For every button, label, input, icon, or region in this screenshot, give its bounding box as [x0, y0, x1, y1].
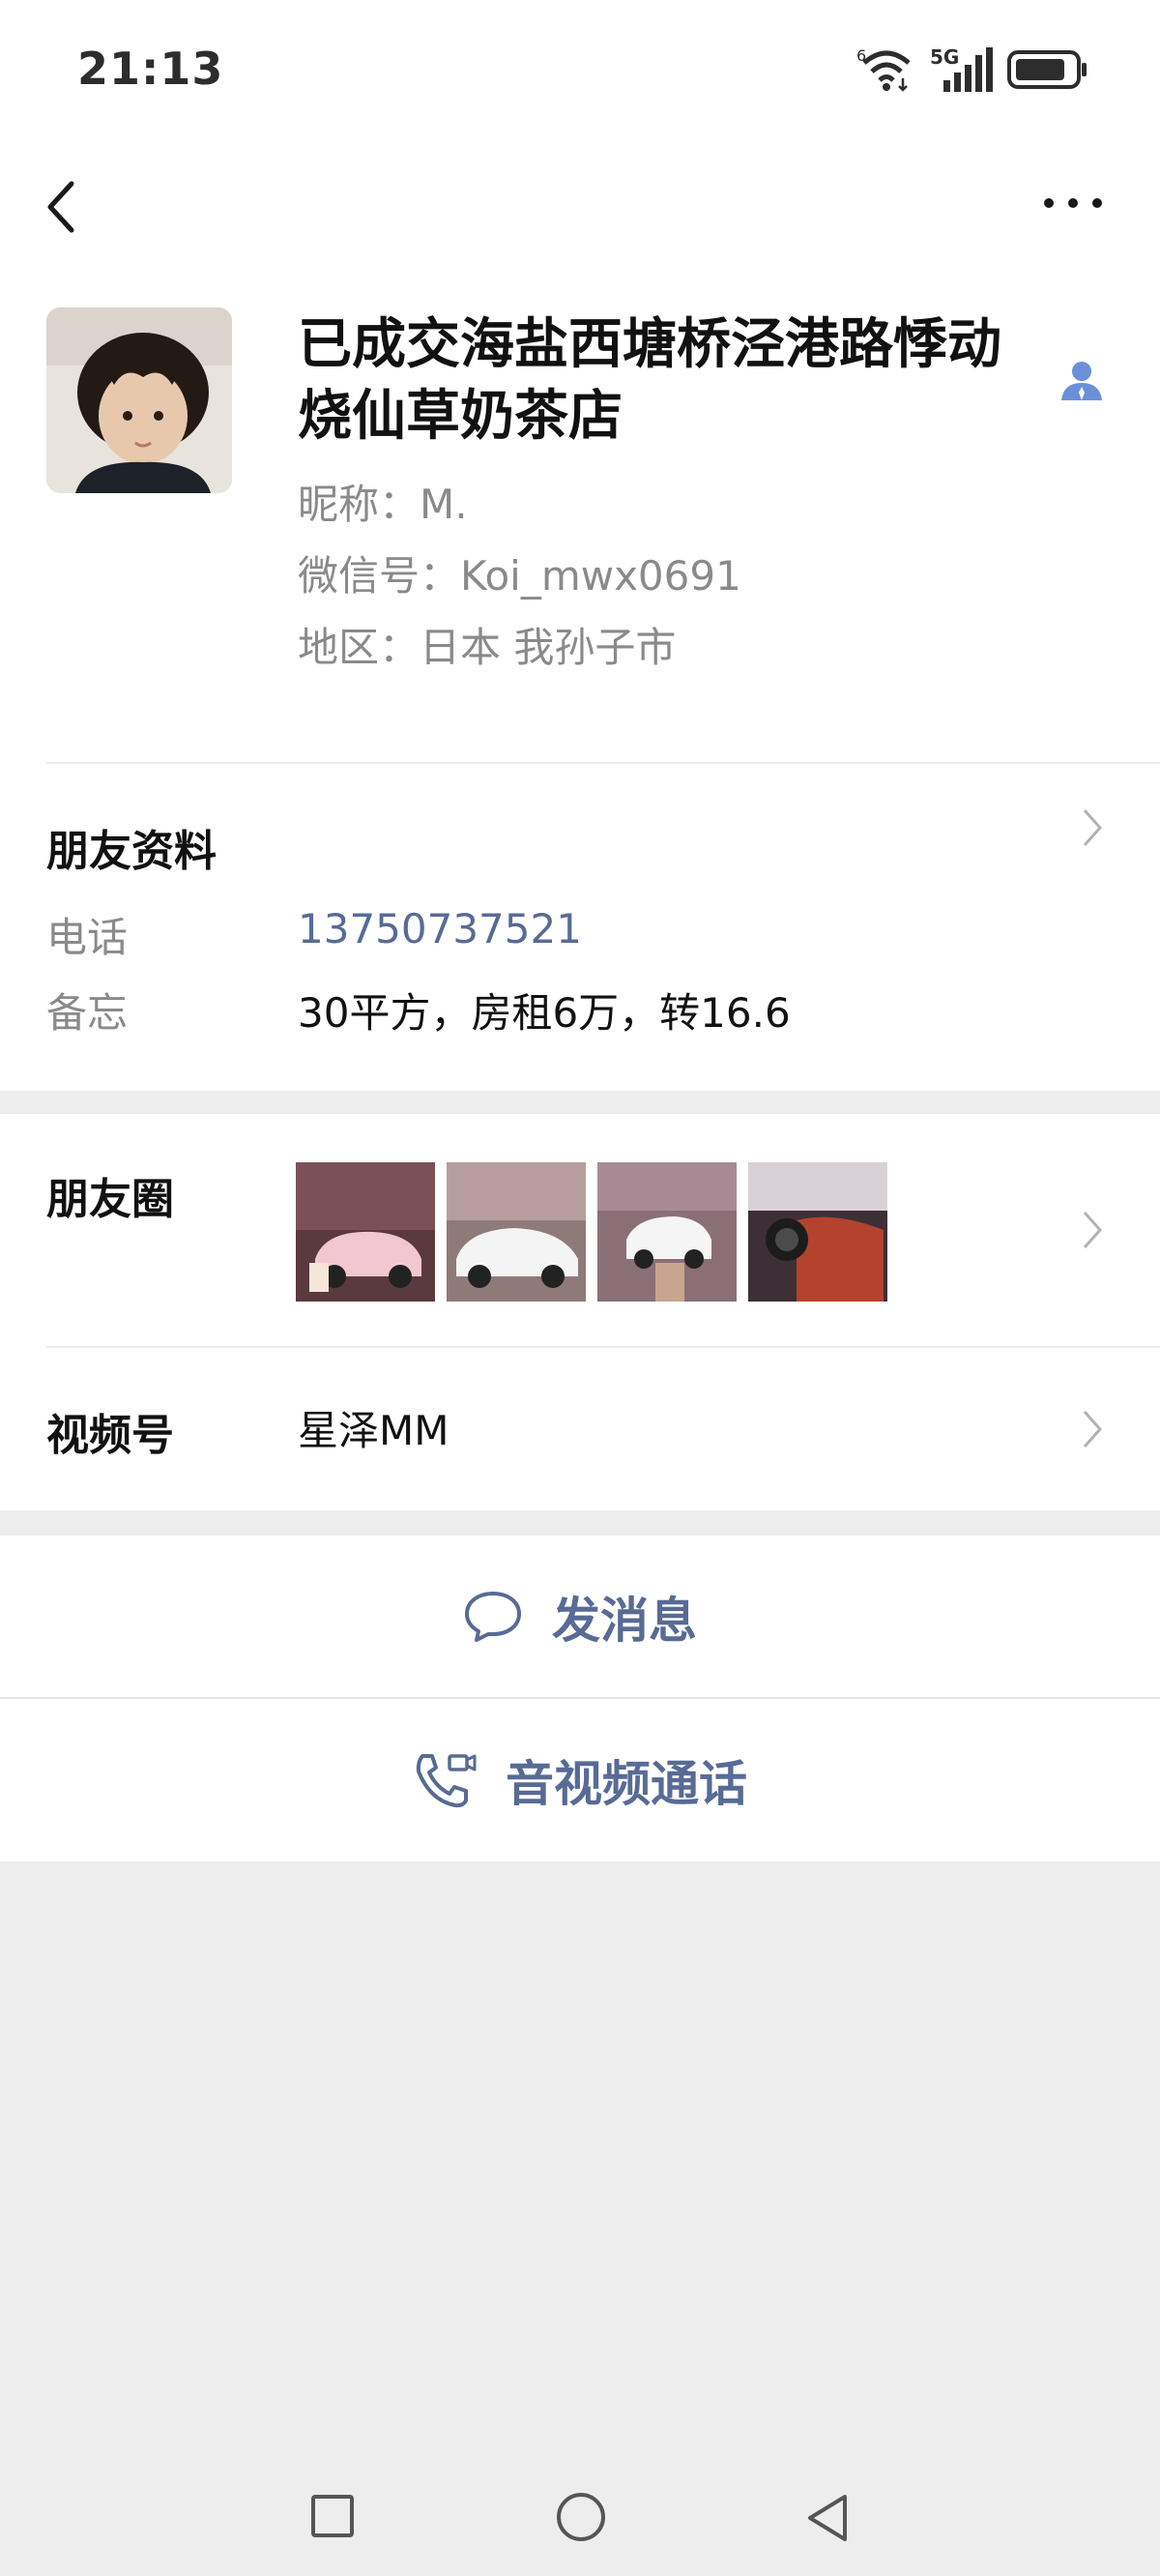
- profile-header: 已成交海盐西塘桥泾港路悸动 烧仙草奶茶店 昵称：M. 微信号：Koi_mwx06…: [0, 290, 1160, 762]
- divider: [46, 762, 1160, 764]
- moments-thumbnail: [296, 1162, 435, 1302]
- send-message-label: 发消息: [552, 1593, 697, 1649]
- moments-thumbnail: [748, 1162, 887, 1302]
- network-signal: 5G: [930, 45, 994, 94]
- wechat-id: 微信号：Koi_mwx0691: [298, 552, 741, 600]
- friend-info-title: 朋友资料: [46, 827, 217, 876]
- friend-info-section[interactable]: 朋友资料 电话 13750737521 备忘 30平方，房租6万，转16.6: [0, 762, 1160, 1091]
- contact-name-line1: 已成交海盐西塘桥泾港路悸动: [298, 313, 1001, 376]
- system-back-icon[interactable]: [802, 2491, 851, 2545]
- signal-icon: [943, 47, 993, 92]
- channels-label: 视频号: [46, 1411, 174, 1460]
- contact-name: 已成交海盐西塘桥泾港路悸动 烧仙草奶茶店: [298, 309, 1052, 453]
- note-label: 备忘: [46, 989, 129, 1037]
- moments-label: 朋友圈: [46, 1175, 174, 1224]
- nav-bar: [0, 145, 1160, 290]
- divider: [46, 1346, 1160, 1348]
- chevron-right-icon: [1083, 1411, 1103, 1448]
- section-gap: [0, 1510, 1160, 1536]
- phone-value[interactable]: 13750737521: [298, 905, 582, 952]
- phone-label: 电话: [46, 914, 129, 961]
- channels-row[interactable]: 视频号 星泽MM: [0, 1346, 1160, 1510]
- phone-video-icon: [416, 1754, 477, 1808]
- status-bar: 21:13 6 5G: [0, 0, 1160, 145]
- video-call-label: 音视频通话: [506, 1756, 747, 1812]
- moments-thumbnail: [597, 1162, 737, 1302]
- recent-apps-icon[interactable]: [311, 2495, 354, 2537]
- status-time: 21:13: [77, 43, 224, 95]
- region: 地区：日本 我孙子市: [298, 624, 677, 671]
- home-icon[interactable]: [557, 2493, 605, 2541]
- chevron-right-icon: [1083, 1212, 1103, 1248]
- moments-thumbnail: [447, 1162, 586, 1302]
- contact-name-line2: 烧仙草奶茶店: [298, 385, 623, 448]
- nickname: 昵称：M.: [298, 481, 468, 528]
- wifi-icon: 6: [856, 46, 911, 92]
- back-icon[interactable]: [33, 164, 91, 242]
- moments-row[interactable]: 朋友圈: [0, 1114, 1160, 1346]
- contact-person-icon[interactable]: [1059, 358, 1104, 402]
- system-nav-bar: [0, 2437, 1160, 2576]
- more-dots-icon[interactable]: [1034, 174, 1112, 232]
- battery-icon: [1007, 50, 1087, 89]
- avatar[interactable]: [46, 307, 232, 493]
- channels-value: 星泽MM: [298, 1407, 450, 1454]
- status-icons: 6 5G: [856, 43, 1088, 97]
- chat-bubble-icon: [465, 1592, 521, 1642]
- video-call-button[interactable]: 音视频通话: [0, 1699, 1160, 1861]
- chevron-right-icon: [1083, 809, 1103, 846]
- send-message-button[interactable]: 发消息: [0, 1536, 1160, 1698]
- section-gap: [0, 1091, 1160, 1114]
- note-value: 30平方，房租6万，转16.6: [298, 989, 791, 1037]
